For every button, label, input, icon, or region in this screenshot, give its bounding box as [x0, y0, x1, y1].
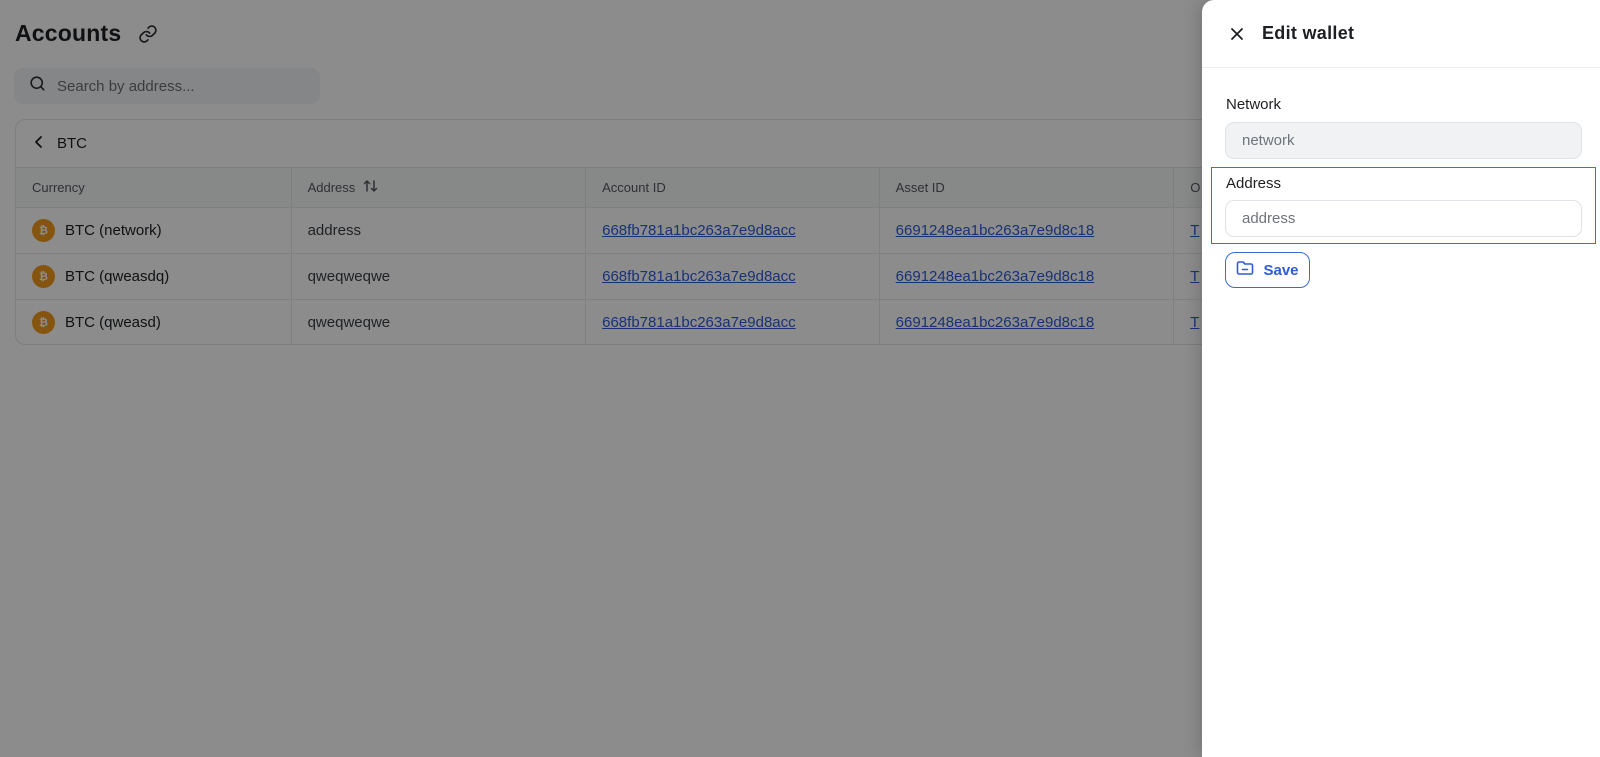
close-icon[interactable]: [1226, 23, 1248, 45]
save-label: Save: [1263, 261, 1299, 279]
edit-wallet-drawer: Edit wallet Network Address Save: [1202, 0, 1600, 757]
network-field[interactable]: [1225, 122, 1582, 159]
save-button[interactable]: Save: [1225, 252, 1310, 288]
address-field[interactable]: [1225, 200, 1582, 237]
address-label: Address: [1226, 175, 1282, 192]
folder-icon: [1236, 260, 1254, 280]
network-label: Network: [1226, 96, 1282, 113]
drawer-title: Edit wallet: [1262, 23, 1355, 43]
drawer-header: Edit wallet: [1202, 0, 1600, 68]
